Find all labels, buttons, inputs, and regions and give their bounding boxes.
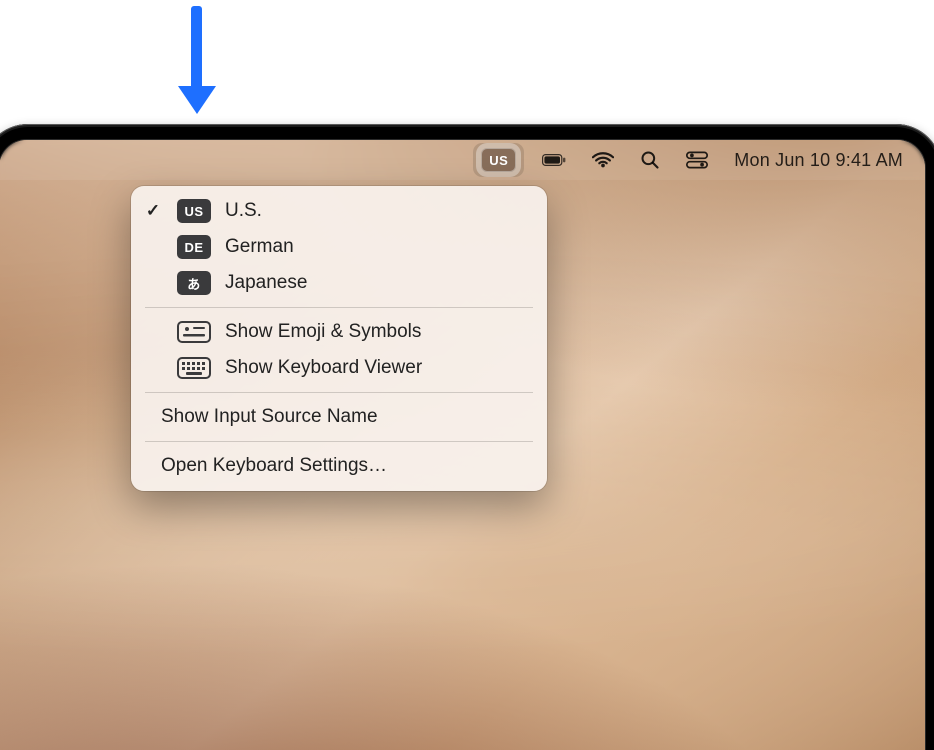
screen-bezel: US xyxy=(0,139,926,750)
menu-item-label: Open Keyboard Settings… xyxy=(161,455,529,477)
menu-item-label: Show Keyboard Viewer xyxy=(225,357,529,379)
menubar-wifi[interactable] xyxy=(592,140,614,180)
checkmark-icon: ✓ xyxy=(143,201,163,221)
menubar-spotlight[interactable] xyxy=(640,140,660,180)
input-source-label: U.S. xyxy=(225,200,529,222)
screen: US xyxy=(0,140,925,750)
menu-show-input-source-name[interactable]: Show Input Source Name xyxy=(131,399,547,435)
menu-item-label: Show Input Source Name xyxy=(161,406,529,428)
menu-item-label: Show Emoji & Symbols xyxy=(225,321,529,343)
battery-icon xyxy=(542,148,566,172)
input-source-item-japanese[interactable]: あ Japanese xyxy=(131,265,547,301)
lang-badge-us: US xyxy=(177,199,211,223)
input-source-menu: ✓ US U.S. DE German あ xyxy=(131,186,547,491)
device-frame: US xyxy=(0,124,934,750)
emoji-viewer-icon xyxy=(177,320,211,344)
wifi-icon xyxy=(592,149,614,171)
input-source-label: German xyxy=(225,236,529,258)
pointer-arrow-head xyxy=(178,86,216,114)
input-source-item-us[interactable]: ✓ US U.S. xyxy=(131,193,547,229)
lang-badge-de: DE xyxy=(177,235,211,259)
menubar-input-source[interactable]: US xyxy=(481,140,516,180)
menu-separator xyxy=(145,441,533,442)
menubar-datetime[interactable]: Mon Jun 10 9:41 AM xyxy=(734,140,903,180)
pointer-arrow xyxy=(188,6,204,116)
input-source-badge[interactable]: US xyxy=(481,148,516,172)
menu-show-keyboard-viewer[interactable]: Show Keyboard Viewer xyxy=(131,350,547,386)
menu-separator xyxy=(145,307,533,308)
lang-badge-ja: あ xyxy=(177,271,211,295)
pointer-arrow-shaft xyxy=(191,6,202,91)
menubar-control-center[interactable] xyxy=(686,140,708,180)
input-source-item-german[interactable]: DE German xyxy=(131,229,547,265)
menu-show-emoji[interactable]: Show Emoji & Symbols xyxy=(131,314,547,350)
control-center-icon xyxy=(686,149,708,171)
menubar: US xyxy=(0,140,925,180)
menubar-battery[interactable] xyxy=(542,140,566,180)
menu-open-keyboard-settings[interactable]: Open Keyboard Settings… xyxy=(131,448,547,484)
menu-separator xyxy=(145,392,533,393)
keyboard-icon xyxy=(177,356,211,380)
input-source-label: Japanese xyxy=(225,272,529,294)
search-icon xyxy=(640,150,660,170)
